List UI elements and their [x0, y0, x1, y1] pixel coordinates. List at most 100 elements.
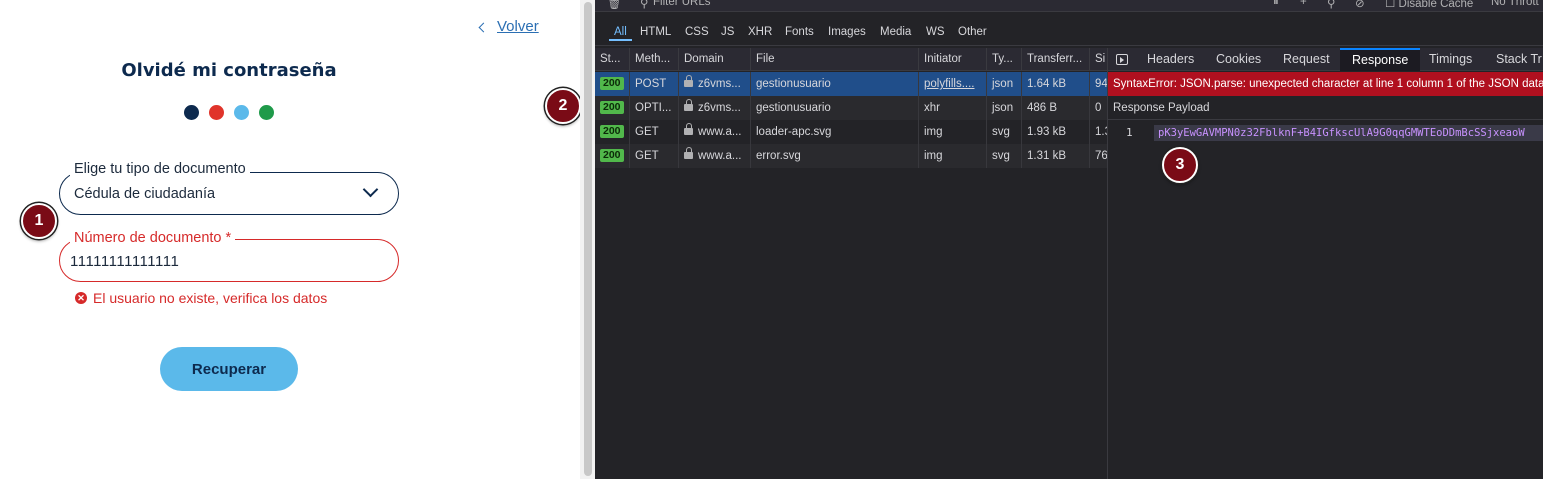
filter-html[interactable]: HTML	[635, 25, 676, 39]
method-cell: GET	[630, 120, 679, 144]
col-initiator[interactable]: Initiator	[919, 48, 987, 71]
tab-response[interactable]: Response	[1340, 48, 1421, 71]
error-message: ✕ El usuario no existe, verifica los dat…	[75, 290, 327, 306]
document-number-value: 11111111111111	[70, 253, 180, 270]
annotation-badge-3: 3	[1162, 147, 1198, 183]
disable-cache-label: Disable Cache	[1398, 0, 1474, 10]
domain-cell: z6vms...	[679, 96, 751, 120]
col-transferred[interactable]: Transferr...	[1022, 48, 1090, 71]
lock-icon	[684, 75, 693, 88]
status-cell: 200	[595, 96, 630, 120]
tab-request[interactable]: Request	[1283, 48, 1330, 71]
tab-timings[interactable]: Timings	[1429, 48, 1472, 71]
trash-icon[interactable]: 🗑	[607, 0, 622, 10]
col-size[interactable]: Si	[1090, 48, 1107, 71]
search-icon[interactable]: ⚲	[1327, 0, 1335, 10]
table-row[interactable]: 200 GET www.a... error.svg img svg 1.31 …	[595, 144, 1107, 168]
size-cell: 76	[1095, 150, 1107, 162]
filter-urls-input[interactable]: Filter URLs	[653, 0, 711, 8]
request-table-header: St... Meth... Domain File Initiator Ty..…	[595, 48, 1107, 71]
size-cell: 1.3	[1095, 126, 1107, 138]
size-cell: 0	[1095, 102, 1102, 114]
filter-css[interactable]: CSS	[680, 25, 714, 39]
col-file[interactable]: File	[751, 48, 919, 71]
filter-all[interactable]: All	[609, 25, 632, 41]
response-payload-text[interactable]: pK3yEwGAVMPN0z32FblknF+B4IGfkscUlA9G0qqG…	[1154, 125, 1543, 141]
tab-stack-trace[interactable]: Stack Tr	[1496, 48, 1542, 71]
transferred-cell: 1.31 kB	[1022, 144, 1090, 168]
json-parse-error: SyntaxError: JSON.parse: unexpected char…	[1108, 72, 1543, 96]
chevron-down-icon	[362, 181, 379, 198]
annotation-badge-1: 1	[21, 203, 57, 239]
filter-xhr[interactable]: XHR	[743, 25, 777, 39]
type-cell: svg	[987, 120, 1022, 144]
type-cell: json	[987, 96, 1022, 120]
disable-cache-checkbox[interactable]: ☐ Disable Cache	[1385, 0, 1473, 10]
error-x-icon: ✕	[75, 292, 87, 304]
size-cell: 94	[1095, 78, 1107, 90]
plus-icon[interactable]: +	[1300, 0, 1307, 8]
method-cell: POST	[630, 72, 679, 96]
brand-dot-red	[209, 105, 224, 120]
filter-images[interactable]: Images	[823, 25, 871, 39]
document-type-select[interactable]: Elige tu tipo de documento Cédula de ciu…	[59, 161, 399, 215]
file-cell: gestionusuario	[751, 96, 919, 120]
status-badge: 200	[600, 125, 624, 138]
table-row[interactable]: 200 GET www.a... loader-apc.svg img svg …	[595, 120, 1107, 144]
type-cell: json	[987, 72, 1022, 96]
document-number-input[interactable]: Número de documento * 11111111111111	[59, 230, 399, 282]
col-type[interactable]: Ty...	[987, 48, 1022, 71]
filter-other[interactable]: Other	[953, 25, 992, 39]
chevron-left-icon	[478, 22, 489, 33]
filter-icon: ⚲	[640, 0, 649, 10]
annotation-badge-2: 2	[545, 88, 581, 124]
transferred-cell: 1.93 kB	[1022, 120, 1090, 144]
transferred-cell: 486 B	[1022, 96, 1090, 120]
col-status[interactable]: St...	[595, 48, 630, 71]
domain-cell: z6vms...	[679, 72, 751, 96]
filter-media[interactable]: Media	[875, 25, 916, 39]
scrollbar-thumb[interactable]	[584, 2, 592, 476]
brand-dots	[184, 105, 274, 120]
status-badge: 200	[600, 77, 624, 90]
devtools-network-panel: 🗑 ⚲ Filter URLs ⏸ + ⚲ ⊘ ☐ Disable Cache …	[595, 0, 1543, 479]
transferred-cell: 1.64 kB	[1022, 72, 1090, 96]
recovery-form-pane: Volver Olvidé mi contraseña Elige tu tip…	[0, 0, 595, 479]
document-type-value: Cédula de ciudadanía	[74, 186, 216, 202]
initiator-cell: xhr	[919, 96, 987, 120]
type-cell: svg	[987, 144, 1022, 168]
table-row[interactable]: 200 POST z6vms... gestionusuario polyfil…	[595, 72, 1107, 96]
pause-icon[interactable]: ⏸	[1273, 0, 1279, 9]
file-cell: loader-apc.svg	[751, 120, 919, 144]
throttle-select[interactable]: No Thrott	[1491, 0, 1539, 8]
filter-js[interactable]: JS	[716, 25, 739, 39]
table-row[interactable]: 200 OPTI... z6vms... gestionusuario xhr …	[595, 96, 1107, 120]
response-payload-header[interactable]: Response Payload	[1108, 97, 1543, 120]
recover-button[interactable]: Recuperar	[160, 347, 298, 391]
brand-dot-green	[259, 105, 274, 120]
block-icon[interactable]: ⊘	[1355, 0, 1365, 10]
file-cell: gestionusuario	[751, 72, 919, 96]
toggle-sidebar-icon[interactable]	[1116, 54, 1128, 65]
status-cell: 200	[595, 144, 630, 168]
status-cell: 200	[595, 72, 630, 96]
filter-fonts[interactable]: Fonts	[780, 25, 819, 39]
status-badge: 200	[600, 149, 624, 162]
brand-dot-blue	[234, 105, 249, 120]
domain-cell: www.a...	[679, 120, 751, 144]
tab-cookies[interactable]: Cookies	[1216, 48, 1261, 71]
initiator-link[interactable]: polyfills....	[919, 72, 987, 96]
tab-headers[interactable]: Headers	[1147, 48, 1194, 71]
lock-icon	[684, 147, 693, 160]
filter-ws[interactable]: WS	[921, 25, 950, 39]
lock-icon	[684, 123, 693, 136]
domain-cell: www.a...	[679, 144, 751, 168]
status-badge: 200	[600, 101, 624, 114]
col-domain[interactable]: Domain	[679, 48, 751, 71]
network-toolbar: 🗑 ⚲ Filter URLs ⏸ + ⚲ ⊘ ☐ Disable Cache …	[595, 0, 1543, 12]
method-cell: OPTI...	[630, 96, 679, 120]
domain-text: z6vms...	[698, 78, 741, 90]
col-method[interactable]: Meth...	[630, 48, 679, 71]
page-scrollbar[interactable]	[580, 0, 595, 479]
back-link[interactable]: Volver	[478, 18, 539, 35]
